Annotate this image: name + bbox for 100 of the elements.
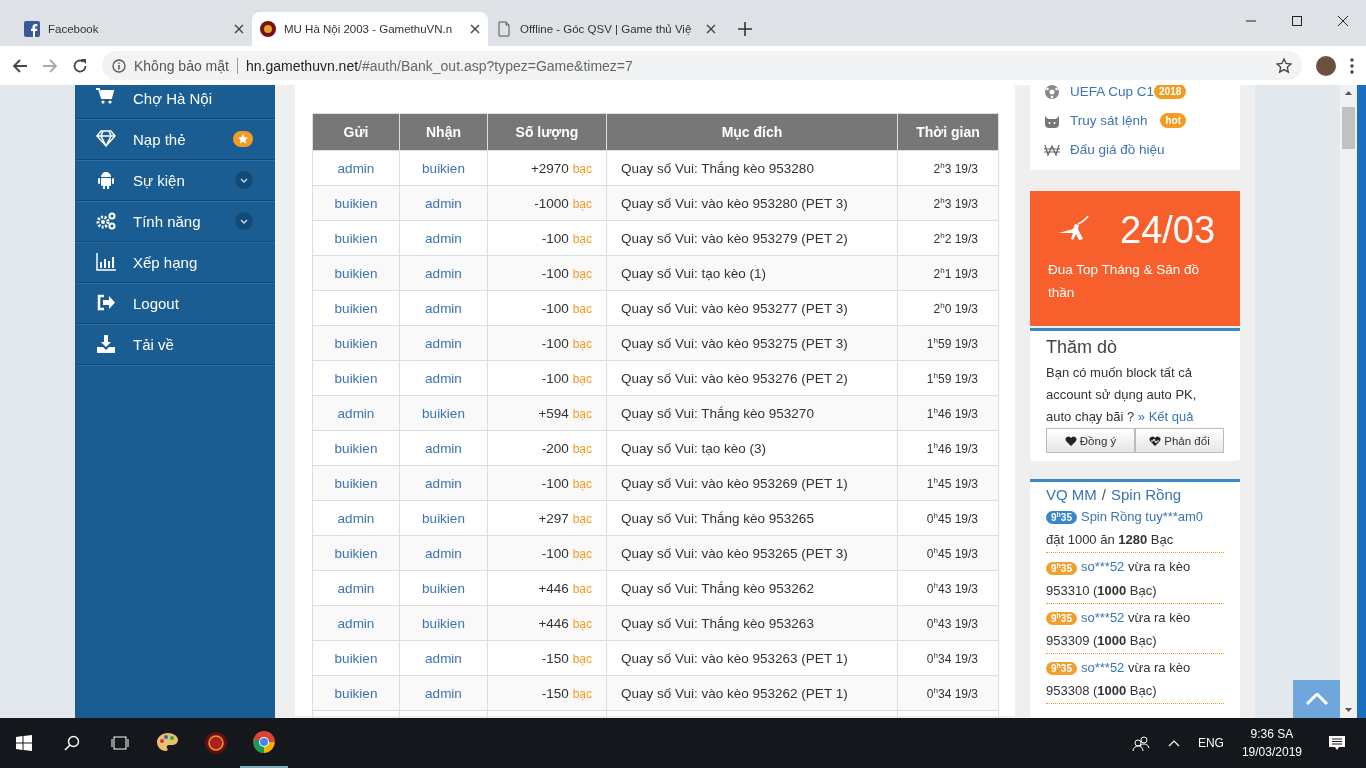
spin-tab-link[interactable]: VQ MM: [1046, 486, 1097, 503]
time-cell: 0$^{h}$34 19/3: [897, 640, 999, 676]
back-icon[interactable]: [12, 57, 28, 74]
amount-value: +446: [538, 580, 569, 596]
sidebar-item[interactable]: Chợ Hà Nội: [75, 85, 275, 119]
star-icon[interactable]: [1276, 57, 1292, 74]
time-cell: 2$^{h}$2 19/3: [897, 220, 999, 256]
search-icon[interactable]: [64, 735, 80, 751]
sender-link[interactable]: buikien: [312, 675, 400, 711]
sidebar-item[interactable]: Nạp thẻ: [75, 119, 275, 160]
avatar[interactable]: [1316, 55, 1336, 76]
receiver-link[interactable]: buikien: [399, 395, 488, 431]
close-icon[interactable]: [234, 24, 244, 34]
player-link[interactable]: so***52: [1080, 660, 1125, 676]
receiver-link[interactable]: buikien: [399, 605, 488, 641]
sender-link[interactable]: admin: [312, 500, 400, 536]
event-caption: Đua Top Tháng & Săn đồ thần: [1048, 261, 1201, 302]
sender-link[interactable]: buikien: [312, 640, 400, 676]
receiver-link[interactable]: admin: [399, 255, 488, 291]
receiver-link[interactable]: admin: [399, 185, 488, 221]
address-field[interactable]: hn.gamethuvn.net/#auth/Bank_out.asp?typez=Game&timez=7: [245, 57, 1268, 74]
receiver-link[interactable]: admin: [399, 325, 488, 361]
chrome-icon[interactable]: [252, 730, 276, 754]
time-cell: 1$^{h}$45 19/3: [897, 465, 999, 501]
browser-tab[interactable]: Facebook: [16, 12, 252, 46]
sidebar-item[interactable]: Tính năng: [75, 201, 275, 242]
receiver-link[interactable]: buikien: [399, 570, 488, 606]
security-label[interactable]: Không bảo mật: [134, 57, 229, 74]
event-banner[interactable]: 24/03 Đua Top Tháng & Săn đồ thần: [1030, 191, 1240, 326]
sender-link[interactable]: buikien: [312, 535, 400, 571]
amount-value: -100: [541, 265, 569, 281]
player-link[interactable]: so***52: [1080, 559, 1125, 575]
vote-button[interactable]: Phản đối: [1135, 428, 1224, 453]
receiver-link[interactable]: buikien: [399, 500, 488, 536]
receiver-link[interactable]: admin: [399, 220, 488, 256]
gears-icon: [96, 211, 116, 231]
close-icon[interactable]: [470, 24, 480, 34]
vote-button[interactable]: Đồng ý: [1046, 428, 1135, 453]
spin-tab-link[interactable]: Spin Rồng: [1111, 486, 1182, 503]
receiver-link[interactable]: admin: [399, 535, 488, 571]
notification-icon[interactable]: [1328, 734, 1346, 752]
menu-link[interactable]: Đấu giá đồ hiệu: [1070, 142, 1165, 157]
game-logo-icon[interactable]: [204, 731, 228, 755]
sidebar-item[interactable]: Sự kiện: [75, 160, 275, 201]
receiver-link[interactable]: admin: [399, 465, 488, 501]
receiver-link[interactable]: admin: [399, 360, 488, 396]
spin-entry: 9$^{h}$35 so***52 vừa ra kèo 953309 (1000 Bạc): [1046, 603, 1224, 654]
menu-icon[interactable]: [1350, 57, 1354, 74]
player-link[interactable]: Spin Rồng tuy***am0: [1080, 509, 1204, 525]
windows-start-icon[interactable]: [16, 735, 32, 751]
purpose-cell: Quay số Vui: vào kèo 953279 (PET 2): [606, 220, 898, 256]
player-link[interactable]: so***52: [1080, 610, 1125, 625]
receiver-link[interactable]: admin: [399, 675, 488, 711]
scroll-top-button[interactable]: [1293, 680, 1340, 718]
time-cell: 1$^{h}$46 19/3: [897, 430, 999, 466]
sender-link[interactable]: buikien: [312, 430, 400, 466]
scroll-up-icon[interactable]: [1345, 91, 1352, 95]
browser-tab[interactable]: Offline - Góc QSV | Game thủ Việ: [488, 12, 724, 46]
amount-value: +594: [538, 405, 569, 421]
receiver-link[interactable]: buikien: [399, 150, 488, 186]
sidebar-item[interactable]: Logout: [75, 283, 275, 324]
purpose-cell: Quay số Vui: Thắng kèo 953262: [606, 570, 898, 606]
event-date: 24/03: [1120, 209, 1216, 252]
sender-link[interactable]: buikien: [312, 290, 400, 326]
close-icon[interactable]: [706, 24, 716, 34]
info-icon[interactable]: [112, 58, 126, 73]
sender-link[interactable]: admin: [312, 570, 400, 606]
sender-link[interactable]: buikien: [312, 185, 400, 221]
sender-link[interactable]: buikien: [312, 360, 400, 396]
language-indicator[interactable]: ENG: [1197, 736, 1224, 750]
sender-link[interactable]: buikien: [312, 255, 400, 291]
chevron-badge[interactable]: [235, 212, 253, 230]
sender-link[interactable]: buikien: [312, 465, 400, 501]
scrollbar-thumb[interactable]: [1342, 107, 1355, 149]
scroll-down-icon[interactable]: [1345, 708, 1352, 712]
task-view-icon[interactable]: [111, 735, 129, 751]
sidebar-item[interactable]: Xếp hạng: [75, 242, 275, 283]
browser-tab[interactable]: MU Hà Nội 2003 - GamethuVN.n: [252, 12, 488, 46]
sender-link[interactable]: admin: [312, 605, 400, 641]
menu-link[interactable]: UEFA Cup C1: [1070, 85, 1155, 99]
chevron-badge[interactable]: [235, 171, 253, 189]
receiver-link[interactable]: admin: [399, 430, 488, 466]
separator: /: [1101, 486, 1106, 503]
reload-icon[interactable]: [72, 57, 88, 74]
sender-link[interactable]: buikien: [312, 325, 400, 361]
chevron-up-icon[interactable]: [1167, 739, 1180, 747]
results-link[interactable]: » Kết quả: [1137, 409, 1194, 424]
android-icon: [96, 170, 116, 190]
clock[interactable]: 9:36 SA 19/03/2019: [1241, 727, 1302, 759]
receiver-link[interactable]: admin: [399, 290, 488, 326]
time-cell: 0$^{h}$43 19/3: [897, 605, 999, 641]
sender-link[interactable]: admin: [312, 150, 400, 186]
people-icon[interactable]: [1131, 735, 1150, 751]
sender-link[interactable]: admin: [312, 395, 400, 431]
receiver-link[interactable]: admin: [399, 640, 488, 676]
time-cell: 2$^{h}$3 19/3: [897, 150, 999, 186]
new-tab-icon[interactable]: [738, 22, 752, 36]
sender-link[interactable]: buikien: [312, 220, 400, 256]
menu-link[interactable]: Truy sát lệnh: [1070, 113, 1148, 128]
sidebar-item[interactable]: Tải về: [75, 324, 275, 365]
